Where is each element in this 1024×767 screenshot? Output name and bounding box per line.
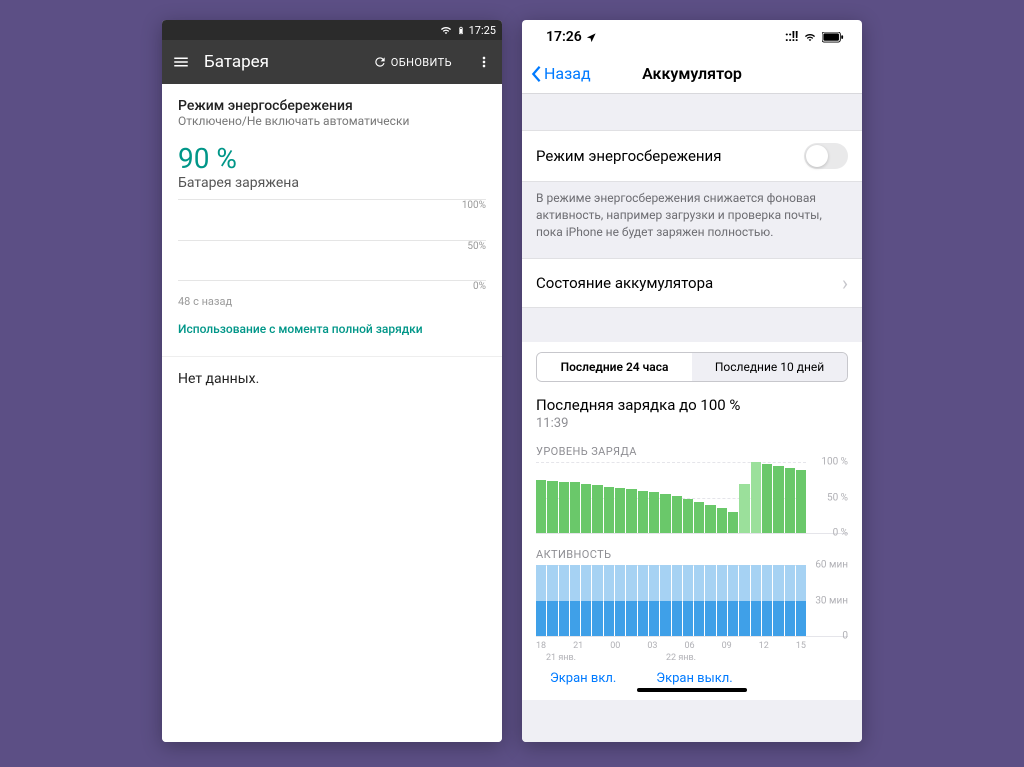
battery-level-label: УРОВЕНЬ ЗАРЯДА <box>536 445 848 458</box>
last-charge-time: 11:39 <box>536 416 848 431</box>
battery-health-cell[interactable]: Состояние аккумулятора › <box>522 258 862 308</box>
screen-on-link[interactable]: Экран вкл. <box>550 671 616 686</box>
activity-label: АКТИВНОСТЬ <box>536 548 848 561</box>
segment-24h[interactable]: Последние 24 часа <box>537 353 692 381</box>
battery-level-chart: 100 % 50 % 0 % <box>536 462 848 534</box>
android-battery-screen: 17:25 Батарея ОБНОВИТЬ Режим энергосбере… <box>162 20 502 742</box>
page-title: Батарея <box>204 52 359 72</box>
android-content: Режим энергосбережения Отключено/Не вклю… <box>162 84 502 742</box>
activity-chart: 60 мин 30 мин 0 <box>536 565 848 637</box>
status-time: 17:25 <box>469 24 496 37</box>
low-power-mode-cell[interactable]: Режим энергосбережения <box>522 130 862 182</box>
last-charge-label: Последняя зарядка до 100 % <box>536 396 848 414</box>
no-data-label: Нет данных. <box>178 371 486 387</box>
usage-link[interactable]: Использование с момента полной зарядки <box>178 322 486 336</box>
page-title: Аккумулятор <box>522 64 862 83</box>
legend-links: Экран вкл. Экран выкл. <box>536 663 848 688</box>
divider <box>162 356 502 357</box>
low-power-note: В режиме энергосбережения снижается фоно… <box>522 182 862 258</box>
signal-icon: ::!! <box>785 33 798 41</box>
battery-status: Батарея заряжена <box>178 175 486 191</box>
android-status-bar: 17:25 <box>162 20 502 40</box>
battery-icon <box>457 24 465 37</box>
home-indicator <box>637 688 747 692</box>
segment-10d[interactable]: Последние 10 дней <box>692 353 847 381</box>
chart-x-axis: 1821000306091215 <box>536 637 848 653</box>
menu-icon[interactable] <box>172 53 190 71</box>
battery-icon <box>822 32 844 43</box>
power-save-title[interactable]: Режим энергосбережения <box>178 98 486 114</box>
status-time: 17:26 <box>546 29 582 45</box>
location-icon <box>586 32 597 43</box>
ios-battery-screen: 17:26 ::!! Назад Аккумулятор Режим энерг… <box>522 20 862 742</box>
ios-nav-bar: Назад Аккумулятор <box>522 54 862 94</box>
time-ago: 48 с назад <box>178 295 486 308</box>
chevron-right-icon: › <box>842 271 848 295</box>
overflow-icon[interactable] <box>476 54 492 70</box>
power-save-subtitle: Отключено/Не включать автоматически <box>178 114 486 128</box>
battery-percent: 90 % <box>178 142 486 175</box>
refresh-icon <box>373 55 387 69</box>
wifi-icon <box>439 25 453 36</box>
wifi-icon <box>803 32 817 43</box>
refresh-button[interactable]: ОБНОВИТЬ <box>373 55 452 69</box>
low-power-switch[interactable] <box>804 143 848 169</box>
ios-status-bar: 17:26 ::!! <box>522 20 862 54</box>
battery-mini-chart: 100% 50% 0% <box>178 199 486 289</box>
screen-off-link[interactable]: Экран выкл. <box>656 671 732 686</box>
time-range-segment[interactable]: Последние 24 часа Последние 10 дней <box>536 352 848 382</box>
ios-scroll[interactable]: Режим энергосбережения В режиме энергосб… <box>522 94 862 742</box>
android-app-bar: Батарея ОБНОВИТЬ <box>162 40 502 84</box>
